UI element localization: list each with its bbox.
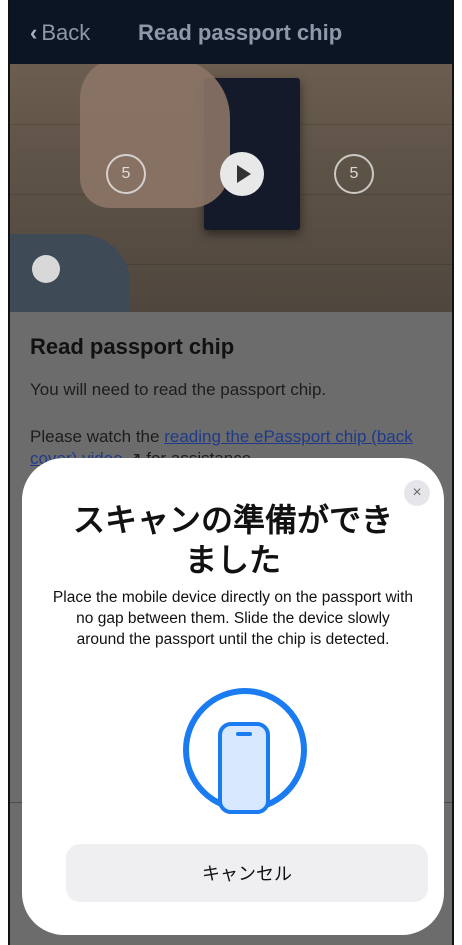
page-title: Read passport chip bbox=[138, 20, 343, 45]
navigation-bar: ‹ Back Read passport chip bbox=[10, 0, 452, 64]
instruction-text: You will need to read the passport chip. bbox=[30, 380, 327, 399]
assistance-prefix: Please watch the bbox=[30, 427, 165, 446]
sleeve-image bbox=[10, 234, 130, 312]
rewind-seconds: 5 bbox=[121, 165, 131, 182]
sheet-description: Place the mobile device directly on the … bbox=[52, 589, 414, 648]
play-icon[interactable] bbox=[220, 152, 264, 196]
phone-icon bbox=[218, 722, 270, 814]
video-player[interactable]: 5 5 bbox=[10, 64, 452, 312]
app-screen: ‹ Back Read passport chip 5 5 Read passp… bbox=[8, 0, 454, 945]
rewind-5-icon[interactable]: 5 bbox=[106, 154, 146, 194]
forward-seconds: 5 bbox=[349, 165, 359, 182]
chevron-left-icon: ‹ bbox=[30, 20, 38, 45]
nfc-scan-sheet: × スキャンの準備ができ ました Place the mobile device… bbox=[22, 458, 444, 935]
section-heading: Read passport chip bbox=[30, 334, 235, 359]
back-label: Back bbox=[41, 20, 91, 45]
cancel-button[interactable]: キャンセル bbox=[66, 844, 428, 902]
sheet-title-line1: スキャンの準備ができ bbox=[72, 502, 393, 538]
forward-5-icon[interactable]: 5 bbox=[334, 154, 374, 194]
back-button[interactable]: ‹ Back bbox=[30, 20, 90, 46]
hand-image bbox=[80, 64, 230, 208]
sheet-title-line2: ました bbox=[184, 542, 281, 578]
video-progress-handle[interactable] bbox=[32, 255, 60, 283]
